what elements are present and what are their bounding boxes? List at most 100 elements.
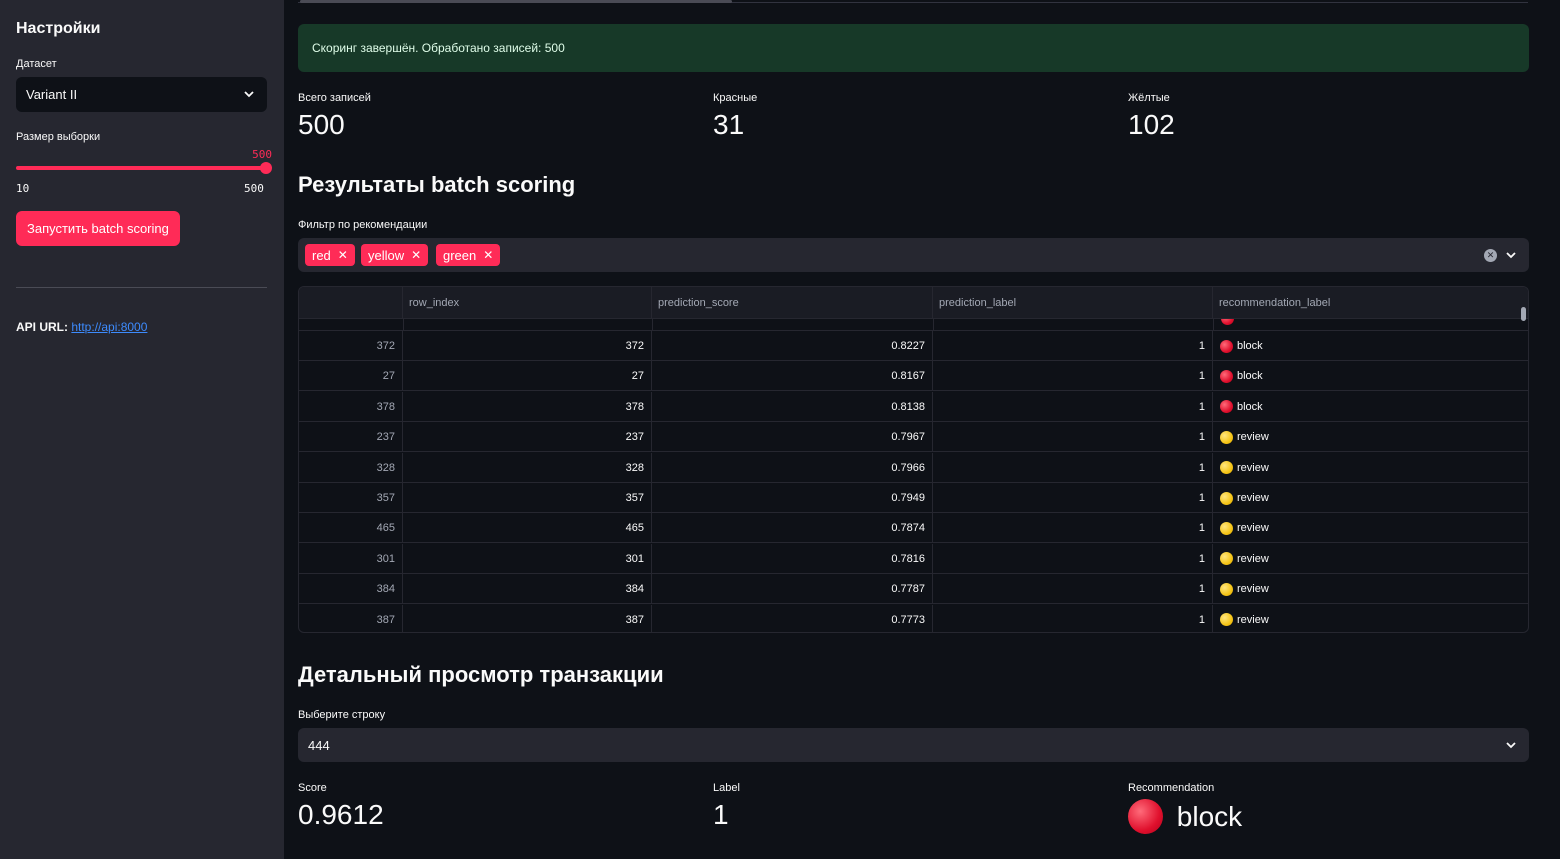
- metric-value: 500: [298, 109, 345, 140]
- cell-row-index: 237: [403, 422, 652, 453]
- header-prediction-score[interactable]: prediction_score: [652, 287, 933, 319]
- results-table[interactable]: row_index prediction_score prediction_la…: [298, 286, 1529, 633]
- col-divider: [652, 319, 653, 330]
- cell-recommendation-label: review: [1213, 574, 1528, 604]
- cell-index: 372: [299, 331, 403, 361]
- cell-recommendation-label: review: [1213, 544, 1528, 574]
- close-icon[interactable]: ✕: [338, 248, 348, 262]
- recommendation-text: block: [1237, 340, 1263, 352]
- table-row[interactable]: 357 357 0.7949 1 review: [299, 483, 1528, 513]
- header-row-index[interactable]: row_index: [403, 287, 652, 319]
- chevron-down-icon[interactable]: [1505, 249, 1517, 261]
- table-row[interactable]: 372 372 0.8227 1 block: [299, 331, 1528, 361]
- table-row[interactable]: 387 387 0.7773 1 review: [299, 604, 1528, 632]
- table-row[interactable]: 301 301 0.7816 1 review: [299, 543, 1528, 574]
- table-row[interactable]: 328 328 0.7966 1 review: [299, 452, 1528, 483]
- table-row[interactable]: 465 465 0.7874 1 review: [299, 513, 1528, 544]
- header-prediction-label[interactable]: prediction_label: [933, 287, 1213, 319]
- cell-row-index: 387: [403, 604, 652, 632]
- row-select[interactable]: 444: [298, 728, 1529, 762]
- table-row[interactable]: 27 27 0.8167 1 block: [299, 361, 1528, 392]
- api-url-link[interactable]: http://api:8000: [71, 320, 147, 334]
- cell-prediction-score: 0.7874: [652, 513, 933, 544]
- recommendation-text: review: [1237, 431, 1269, 444]
- cell-prediction-score: 0.8227: [652, 331, 933, 361]
- metric-label-value: Label 1: [713, 782, 740, 831]
- dataset-label: Датасет: [16, 58, 57, 70]
- cell-prediction-label: 1: [933, 331, 1213, 361]
- red-circle-icon: [1220, 339, 1233, 353]
- cell-prediction-label: 1: [933, 391, 1213, 422]
- metric-label: Всего записей: [298, 92, 371, 104]
- cell-index: 384: [299, 574, 403, 605]
- recommendation-text: block: [1176, 800, 1243, 832]
- sidebar-divider: [16, 287, 267, 288]
- cell-recommendation-label: block: [1213, 361, 1528, 391]
- col-divider: [933, 319, 934, 330]
- slider-thumb[interactable]: [260, 162, 272, 174]
- slider-track[interactable]: [16, 166, 267, 170]
- metric-label: Label: [713, 782, 740, 794]
- yellow-circle-icon: [1220, 491, 1233, 505]
- dataset-select[interactable]: Variant II: [16, 77, 267, 112]
- cell-prediction-score: 0.7773: [652, 604, 933, 632]
- sample-size-label: Размер выборки: [16, 131, 101, 143]
- filter-chip-green[interactable]: green ✕: [436, 244, 501, 266]
- red-circle-icon: [1220, 400, 1233, 414]
- cell-prediction-label: 1: [933, 483, 1213, 513]
- chip-label: yellow: [368, 247, 405, 263]
- close-icon[interactable]: ✕: [483, 248, 493, 262]
- recommendation-filter-multiselect[interactable]: red ✕ yellow ✕ green ✕ ✕: [298, 238, 1529, 272]
- filter-label: Фильтр по рекомендации: [298, 219, 428, 231]
- success-message: Скоринг завершён. Обработано записей: 50…: [312, 41, 565, 55]
- filter-chip-yellow[interactable]: yellow ✕: [361, 244, 429, 266]
- yellow-circle-icon: [1220, 552, 1233, 566]
- cell-row-index: 465: [403, 513, 652, 544]
- chip-label: green: [443, 247, 477, 263]
- table-row[interactable]: 378 378 0.8138 1 block: [299, 391, 1528, 422]
- sidebar: Настройки Датасет Variant II Размер выбо…: [0, 0, 284, 859]
- cell-row-index: 27: [403, 361, 652, 392]
- col-divider: [403, 319, 404, 330]
- table-scrollbar[interactable]: [1521, 307, 1526, 321]
- red-circle-icon: [1220, 369, 1233, 383]
- cell-recommendation-label: block: [1213, 331, 1528, 361]
- cell-index: 237: [299, 422, 403, 453]
- metric-value: 0.9612: [298, 799, 384, 830]
- yellow-circle-icon: [1220, 430, 1233, 444]
- cell-prediction-score: 0.7966: [652, 452, 933, 483]
- metric-score: Score 0.9612: [298, 782, 384, 831]
- cell-prediction-score: 0.7967: [652, 422, 933, 453]
- cell-index: 357: [299, 483, 403, 513]
- api-url-line: API URL: http://api:8000: [16, 320, 147, 334]
- yellow-circle-icon: [1220, 582, 1233, 596]
- header-recommendation-label[interactable]: recommendation_label: [1213, 287, 1528, 319]
- clear-all-icon[interactable]: ✕: [1484, 249, 1497, 262]
- recommendation-text: review: [1237, 613, 1269, 626]
- table-row[interactable]: 384 384 0.7787 1 review: [299, 574, 1528, 605]
- metric-label: Score: [298, 782, 327, 794]
- cell-prediction-label: 1: [933, 543, 1213, 574]
- filter-chip-red[interactable]: red ✕: [305, 244, 355, 266]
- cell-row-index: 357: [403, 483, 652, 513]
- cell-prediction-score: 0.7949: [652, 483, 933, 513]
- cell-prediction-label: 1: [933, 574, 1213, 605]
- close-icon[interactable]: ✕: [411, 248, 421, 262]
- cell-row-index: 384: [403, 574, 652, 605]
- row-select-value: 444: [308, 737, 330, 753]
- cell-row-index: 328: [403, 452, 652, 483]
- api-url-label: API URL:: [16, 320, 68, 334]
- yellow-circle-icon: [1220, 613, 1233, 627]
- chevron-down-icon: [1506, 742, 1516, 749]
- slider-min-label: 10: [16, 182, 30, 195]
- metric-total: Всего записей 500: [298, 92, 371, 141]
- recommendation-text: review: [1237, 583, 1269, 596]
- table-row[interactable]: 237 237 0.7967 1 review: [299, 422, 1528, 453]
- dataset-select-value: Variant II: [26, 87, 78, 102]
- cell-recommendation-label: review: [1213, 513, 1528, 543]
- metric-value: 31: [713, 109, 745, 140]
- run-batch-scoring-button[interactable]: Запустить batch scoring: [16, 211, 180, 246]
- yellow-circle-icon: [1220, 521, 1233, 535]
- cell-index: 387: [299, 604, 403, 632]
- metric-value: block: [1128, 799, 1243, 835]
